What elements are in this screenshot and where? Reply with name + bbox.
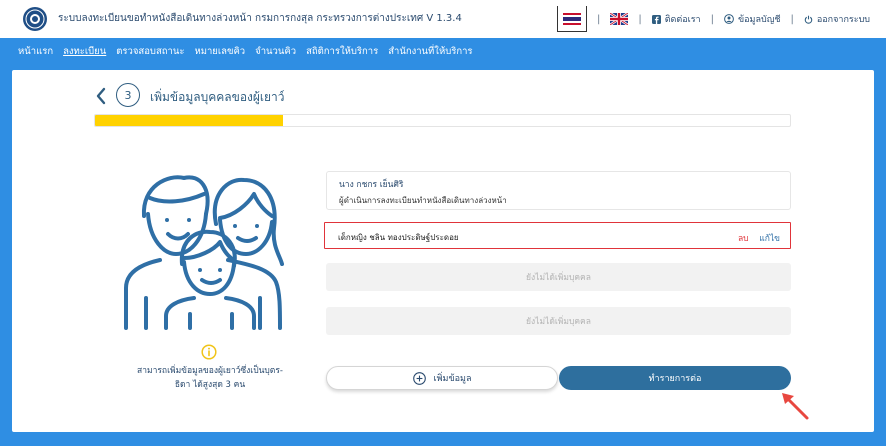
- separator: |: [710, 13, 714, 25]
- main-nav: หน้าแรก ลงทะเบียน ตรวจสอบสถานะ หมายเลขคิ…: [0, 38, 886, 64]
- account-link[interactable]: ข้อมูลบัญชี: [724, 12, 781, 26]
- guardian-name: นาง กชกร เย็นศิริ: [339, 180, 404, 190]
- ministry-logo: [23, 7, 47, 31]
- contact-link-label: ติดต่อเรา: [664, 15, 701, 25]
- red-arrow-annotation-icon: [782, 393, 809, 420]
- guardian-role: ผู้ดำเนินการลงทะเบียนทำหนังสือเดินทางล่ว…: [339, 196, 507, 205]
- power-icon: [804, 15, 813, 24]
- nav-item-register[interactable]: ลงทะเบียน: [63, 44, 106, 59]
- plus-circle-icon: [412, 371, 426, 385]
- thai-language-button[interactable]: [556, 6, 587, 32]
- site-title: ระบบลงทะเบียนขอทำหนังสือเดินทางล่วงหน้า …: [58, 13, 462, 24]
- nav-item-check-status[interactable]: ตรวจสอบสถานะ: [116, 44, 184, 59]
- separator: |: [638, 13, 642, 25]
- child-row: เด็กหญิง ชลิน ทองประดิษฐ์ประดอย ลบ แก้ไข: [324, 222, 791, 249]
- info-icon: [201, 344, 217, 360]
- main-card: 3 เพิ่มข้อมูลบุคคลของผู้เยาว์ สามารถเพิ่…: [12, 70, 874, 432]
- nav-item-queue-number[interactable]: หมายเลขคิว: [194, 44, 245, 59]
- account-link-label: ข้อมูลบัญชี: [737, 15, 781, 25]
- continue-button[interactable]: ทำรายการต่อ: [559, 366, 791, 390]
- nav-item-queue-count[interactable]: จำนวนคิว: [255, 44, 296, 59]
- empty-person-slot[interactable]: ยังไม่ได้เพิ่มบุคคล: [326, 307, 791, 335]
- nav-item-statistics[interactable]: สถิติการให้บริการ: [306, 44, 378, 59]
- contact-link[interactable]: ติดต่อเรา: [651, 12, 701, 26]
- english-language-flag-icon[interactable]: [610, 13, 629, 25]
- page-title: เพิ่มข้อมูลบุคคลของผู้เยาว์: [150, 90, 285, 104]
- step-number: 3: [116, 83, 140, 107]
- max-children-info: สามารถเพิ่มข้อมูลของผู้เยาว์ซึ่งเป็นบุตร…: [137, 366, 283, 390]
- child-name: เด็กหญิง ชลิน ทองประดิษฐ์ประดอย: [338, 233, 459, 242]
- delete-child-button[interactable]: ลบ: [738, 234, 749, 244]
- edit-child-button[interactable]: แก้ไข: [759, 234, 780, 244]
- facebook-icon: [651, 14, 661, 24]
- child-actions: ลบ แก้ไข: [738, 231, 780, 245]
- nav-item-home[interactable]: หน้าแรก: [18, 44, 53, 59]
- back-arrow-icon[interactable]: [94, 86, 108, 106]
- nav-item-offices[interactable]: สำนักงานที่ให้บริการ: [388, 44, 472, 59]
- logout-link-label: ออกจากระบบ: [816, 15, 870, 25]
- progress-bar: [94, 114, 791, 127]
- separator: |: [596, 13, 601, 25]
- top-bar: ระบบลงทะเบียนขอทำหนังสือเดินทางล่วงหน้า …: [0, 0, 886, 38]
- thai-flag-icon: [562, 12, 581, 25]
- guardian-card: นาง กชกร เย็นศิริ ผู้ดำเนินการลงทะเบียนท…: [326, 171, 791, 210]
- empty-person-slot[interactable]: ยังไม่ได้เพิ่มบุคคล: [326, 263, 791, 291]
- logout-link[interactable]: ออกจากระบบ: [804, 12, 870, 26]
- family-illustration: [124, 175, 284, 330]
- separator: |: [790, 13, 794, 25]
- user-icon: [724, 14, 734, 24]
- progress-fill: [95, 115, 283, 126]
- top-right-menu: | | ติดต่อเรา | ข้อมูลบัญชี | ออกจากระบบ: [556, 0, 870, 38]
- add-person-button[interactable]: เพิ่มข้อมูล: [326, 366, 558, 390]
- add-person-label: เพิ่มข้อมูล: [433, 374, 472, 384]
